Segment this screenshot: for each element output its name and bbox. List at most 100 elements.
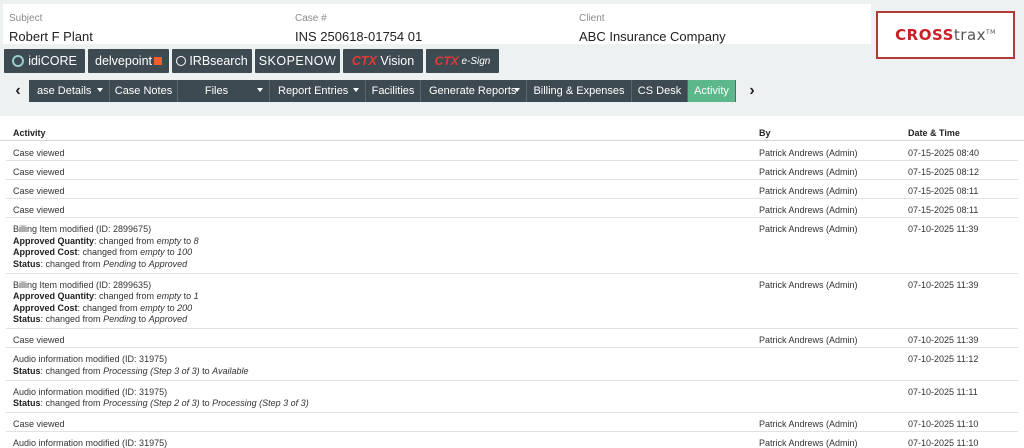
detail-to-word: to <box>181 291 194 301</box>
ctx-vision-label: Vision <box>380 54 415 68</box>
idicore-icon <box>12 55 25 67</box>
table-row: Billing Item modified (ID: 2899635) Appro… <box>6 274 1018 329</box>
idicore-button[interactable]: idiCORE <box>4 49 85 73</box>
tab-label: Case Notes <box>114 85 173 97</box>
activity-detail-line: Approved Quantity: changed from empty to… <box>13 236 733 248</box>
activity-cell: Case viewed <box>13 167 733 179</box>
datetime-cell: 07-15-2025 08:11 <box>908 205 979 215</box>
detail-to-word: to <box>136 314 149 324</box>
tabs-scroll-left-icon[interactable]: ‹ <box>8 80 28 102</box>
detail-mid: : changed from <box>77 247 141 257</box>
activity-cell: Case viewed <box>13 148 733 160</box>
detail-to-word: to <box>164 247 178 257</box>
detail-mid: : changed from <box>94 291 157 301</box>
detail-from: Processing (Step 2 of 3) <box>103 398 200 408</box>
table-row: Case viewed Patrick Andrews (Admin) 07-15-… <box>6 142 1018 161</box>
case-number-value: INS 250618-01754 01 <box>295 29 423 44</box>
table-row: Audio information modified (ID: 31975) St… <box>6 348 1018 381</box>
datetime-cell: 07-15-2025 08:40 <box>908 148 980 158</box>
tab-facilities[interactable]: Facilities <box>366 80 421 102</box>
activity-detail-line: Approved Quantity: changed from empty to… <box>13 291 733 303</box>
by-cell: Patrick Andrews (Admin) <box>759 148 858 158</box>
table-row: Audio information modified (ID: 31975) Pa… <box>6 432 1018 448</box>
by-cell: Patrick Andrews (Admin) <box>759 438 858 448</box>
detail-to: 8 <box>193 235 199 246</box>
tab-cs-desk[interactable]: CS Desk <box>632 80 688 102</box>
tab-label: ase Details <box>37 85 92 97</box>
table-row: Case viewed Patrick Andrews (Admin) 07-15-… <box>6 199 1018 218</box>
activity-cell: Case viewed <box>13 419 733 431</box>
detail-to-word: to <box>164 302 178 313</box>
irbsearch-label: IRBsearch <box>189 54 248 68</box>
detail-to: 100 <box>177 247 193 257</box>
detail-from: Pending <box>103 258 137 269</box>
detail-field: Status <box>13 314 41 324</box>
tabs-scroll-right-icon[interactable]: › <box>742 80 762 102</box>
activity-detail-line: Status: changed from Pending to Approved <box>13 314 733 326</box>
tab-activity[interactable]: Activity <box>688 80 736 102</box>
tab-report-entries[interactable]: Report Entries <box>270 80 366 102</box>
logo-part1: CROSS <box>895 26 954 44</box>
ctx-vision-button[interactable]: CTX Vision <box>343 49 423 73</box>
activity-cell: Billing Item modified (ID: 2899675) Appro… <box>13 224 733 270</box>
detail-to-word: to <box>199 365 213 376</box>
table-header: Activity By Date & Time <box>0 116 1024 141</box>
activity-cell: Case viewed <box>13 186 733 198</box>
activity-text: Case viewed <box>13 167 65 177</box>
column-header-datetime: Date & Time <box>908 128 960 138</box>
detail-to-word: to <box>136 258 149 269</box>
table-row: Audio information modified (ID: 31975) St… <box>6 381 1018 413</box>
datetime-cell: 07-10-2025 11:11 <box>908 386 978 397</box>
subject-label: Subject <box>9 13 43 24</box>
column-header-activity: Activity <box>13 128 46 138</box>
tab-billing-expenses[interactable]: Billing & Expenses <box>527 80 632 102</box>
activity-text: Case viewed <box>13 205 65 215</box>
detail-field: Status <box>13 398 41 408</box>
client-value: ABC Insurance Company <box>579 29 726 44</box>
chevron-down-icon <box>257 88 263 92</box>
tab-generate-reports[interactable]: Generate Reports <box>421 80 527 102</box>
datetime-cell: 07-10-2025 11:39 <box>908 335 979 345</box>
datetime-cell: 07-10-2025 11:39 <box>908 224 979 234</box>
activity-text: Audio information modified (ID: 31975) <box>13 354 168 364</box>
activity-detail-line: Approved Cost: changed from empty to 200 <box>13 303 733 315</box>
subject-value: Robert F Plant <box>9 29 93 44</box>
skopenow-button[interactable]: SKOPENOW <box>255 49 340 73</box>
irbsearch-icon <box>176 56 187 66</box>
tab-case-details[interactable]: ase Details <box>29 80 110 102</box>
table-row: Case viewed Patrick Andrews (Admin) 07-15-… <box>6 161 1018 180</box>
activity-text: Case viewed <box>13 186 65 196</box>
detail-field: Approved Quantity <box>13 235 95 246</box>
detail-from: empty <box>156 235 182 246</box>
table-row: Case viewed Patrick Andrews (Admin) 07-10-… <box>6 413 1018 432</box>
chevron-down-icon <box>97 88 103 92</box>
tab-files[interactable]: Files <box>178 80 270 102</box>
tab-label: Activity <box>694 85 729 97</box>
ctx-esign-button[interactable]: CTX e-Sign <box>426 49 499 73</box>
activity-cell: Audio information modified (ID: 31975) St… <box>13 387 733 410</box>
irbsearch-button[interactable]: IRBsearch <box>172 49 252 73</box>
tab-case-notes[interactable]: Case Notes <box>110 80 178 102</box>
by-cell: Patrick Andrews (Admin) <box>759 186 858 196</box>
table-row: Case viewed Patrick Andrews (Admin) 07-15-… <box>6 180 1018 199</box>
by-cell: Patrick Andrews (Admin) <box>759 279 858 290</box>
detail-to: 200 <box>177 302 193 313</box>
activity-text: Billing Item modified (ID: 2899635) <box>13 279 152 290</box>
detail-from: empty <box>156 291 182 301</box>
delvepoint-button[interactable]: delvepoint <box>88 49 169 73</box>
ctx-esign-label: e-Sign <box>461 55 491 67</box>
tab-label: Files <box>204 85 229 97</box>
delvepoint-label: delvepoint <box>95 54 152 68</box>
activity-cell: Audio information modified (ID: 31975) St… <box>13 354 733 377</box>
tab-label: Facilities <box>371 85 415 97</box>
datetime-cell: 07-10-2025 11:39 <box>908 279 979 290</box>
detail-to: 1 <box>193 291 199 301</box>
detail-to: Available <box>212 365 249 376</box>
activity-cell: Case viewed <box>13 335 733 347</box>
detail-from: Pending <box>103 314 137 324</box>
detail-to: Processing (Step 3 of 3) <box>212 398 309 408</box>
ctx-vision-prefix: CTX <box>351 54 377 68</box>
detail-field: Approved Quantity <box>13 291 95 301</box>
detail-from: empty <box>140 302 165 313</box>
by-cell: Patrick Andrews (Admin) <box>759 205 858 215</box>
